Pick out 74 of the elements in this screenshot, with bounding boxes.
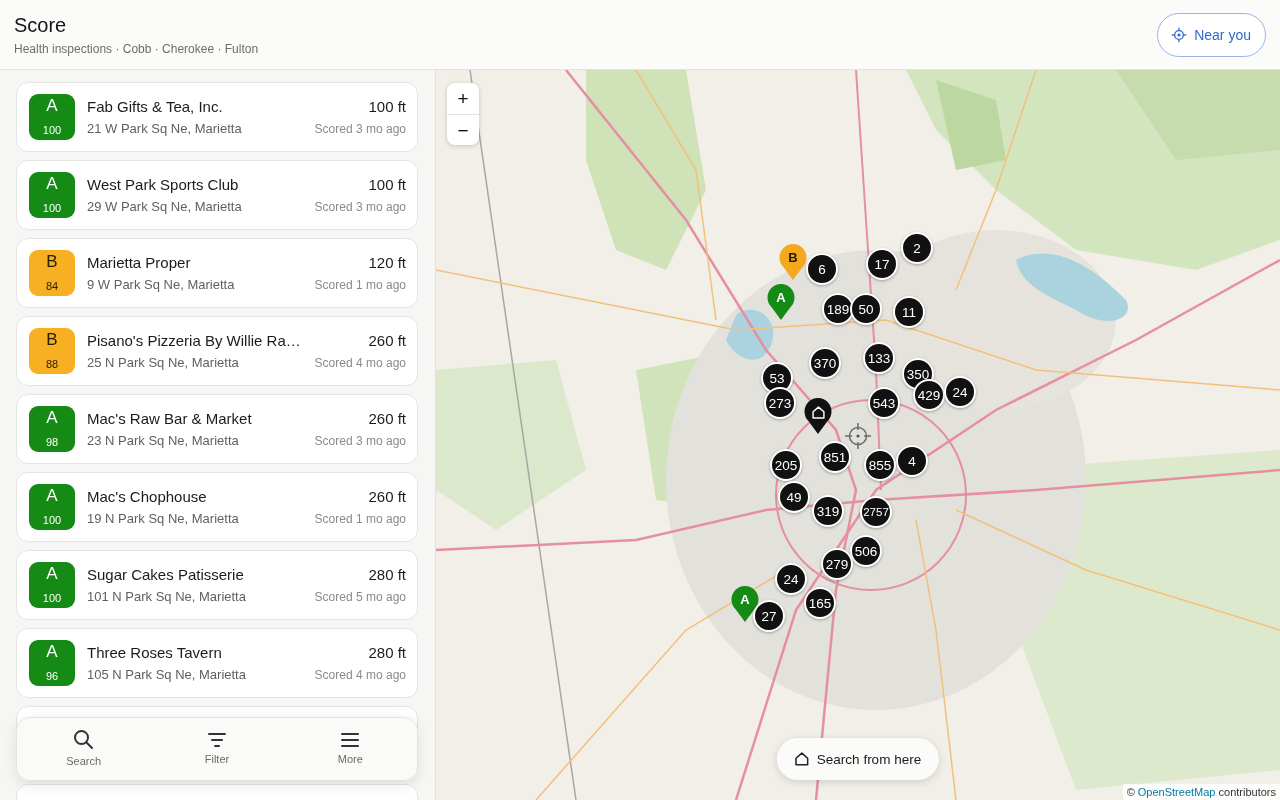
crosshair-icon [845,423,871,449]
result-card[interactable]: A 100 West Park Sports Club 29 W Park Sq Ne, Marietta 100 ft Scored 3 mo ago [16,160,418,230]
result-card[interactable]: A 100 Fab Gifts & Tea, Inc. 21 W Park Sq Ne, Marietta 100 ft Scored 3 mo ago [16,82,418,152]
place-address: 25 N Park Sq Ne, Marietta [87,353,240,372]
place-address: 29 W Park Sq Ne, Marietta [87,197,243,216]
app-title: Score [14,13,68,38]
place-address: 19 N Park Sq Ne, Marietta [87,509,240,528]
scored-time: Scored 4 mo ago [314,666,406,684]
grade-letter: A [46,563,58,585]
place-name: Sugar Cakes Patisserie [87,564,245,585]
place-name: West Park Sports Club [87,174,240,195]
result-card[interactable]: A 100 Sugar Cakes Patisserie 101 N Park Sq Ne, Marietta 280 ft Scored 5 mo ago [16,550,418,620]
grade-score: 98 [45,435,59,449]
result-card[interactable]: A 100 Mac's Chophouse 19 N Park Sq Ne, Marietta 260 ft Scored 1 mo ago [16,472,418,542]
place-address: 23 N Park Sq Ne, Marietta [87,431,240,450]
distance-text: 260 ft [368,408,406,429]
place-address: 9 W Park Sq Ne, Marietta [87,275,236,294]
location-target-icon [1171,26,1188,43]
place-name: Marietta Proper [87,252,192,273]
scored-time: Scored 3 mo ago [314,198,406,216]
place-address: 21 W Park Sq Ne, Marietta [87,119,243,138]
app-subtitle: Health inspections · Cobb · Cherokee · Fulton [14,41,259,57]
place-address: 105 N Park Sq Ne, Marietta [87,665,247,684]
grade-score: 84 [45,279,59,293]
zoom-out-button[interactable]: − [447,114,479,145]
distance-text: 260 ft [368,330,406,351]
near-you-button[interactable]: Near you [1157,12,1266,57]
menu-icon [341,732,360,747]
scored-time: Scored 3 mo ago [314,432,406,450]
nav-button[interactable]: Search [58,726,110,772]
grade-score: 100 [42,591,62,605]
place-name: Fab Gifts & Tea, Inc. [87,96,224,117]
result-card[interactable]: B 84 Marietta Proper 9 W Park Sq Ne, Marietta 120 ft Scored 1 mo ago [16,238,418,308]
scored-time: Scored 1 mo ago [314,510,406,528]
scored-time: Scored 1 mo ago [314,276,406,294]
grade-letter: B [46,251,58,273]
result-card[interactable]: B 88 Pisano's Pizzeria By Willie Ra… 25 N Park Sq Ne, Marietta 260 ft Scored 4 mo ago [16,316,418,386]
grade-letter: A [46,173,58,195]
grade-score: 96 [45,669,59,683]
place-name: Pisano's Pizzeria By Willie Ra… [87,330,302,351]
nav-button[interactable]: Filter [196,728,238,770]
place-name: Three Roses Tavern [87,642,223,663]
grade-letter: A [46,95,58,117]
distance-text: 100 ft [368,174,406,195]
openstreetmap-link[interactable]: OpenStreetMap [1137,786,1216,798]
map-attribution: © OpenStreetMap contributors [1122,784,1280,800]
distance-text: 100 ft [368,96,406,117]
search-from-here-button[interactable]: Search from here [776,738,940,780]
distance-text: 280 ft [368,642,406,663]
grade-score: 100 [42,513,62,527]
nav-button[interactable]: More [329,728,371,770]
filter-icon [208,732,226,747]
grade-letter: A [46,485,58,507]
home-icon [811,406,825,419]
house-icon [794,752,809,766]
grade-letter: A [46,641,58,663]
scored-time: Scored 4 mo ago [314,354,406,372]
place-name: Mac's Raw Bar & Market [87,408,253,429]
grade-score: 88 [45,357,59,371]
grade-score: 100 [42,201,62,215]
distance-text: 280 ft [368,564,406,585]
place-address: 101 N Park Sq Ne, Marietta [87,587,247,606]
distance-text: 120 ft [368,252,406,273]
scored-time: Scored 5 mo ago [314,588,406,606]
place-name: Mac's Chophouse [87,486,208,507]
grade-letter: A [46,407,58,429]
grade-letter: B [46,329,58,351]
zoom-in-button[interactable]: + [447,83,479,114]
scored-time: Scored 3 mo ago [314,120,406,138]
result-card[interactable]: A 96 Three Roses Tavern 105 N Park Sq Ne, Marietta 280 ft Scored 4 mo ago [16,628,418,698]
grade-score: 100 [42,123,62,137]
result-card[interactable]: A 98 Mac's Raw Bar & Market 23 N Park Sq Ne, Marietta 260 ft Scored 3 mo ago [16,394,418,464]
search-icon [74,730,94,749]
distance-text: 260 ft [368,486,406,507]
